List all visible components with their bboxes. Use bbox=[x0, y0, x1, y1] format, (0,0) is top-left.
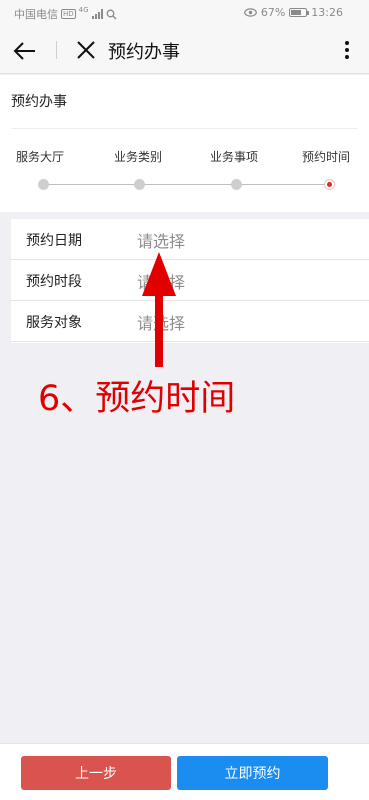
close-icon[interactable] bbox=[75, 39, 97, 61]
bottom-action-bar: 上一步 立即预约 bbox=[0, 743, 369, 800]
appointment-form: 预约日期 请选择 预约时段 请选择 服务对象 请选择 bbox=[11, 219, 369, 343]
step-dot-category[interactable] bbox=[134, 179, 145, 190]
timeslot-label: 预约时段 bbox=[26, 274, 82, 290]
page-title: 预约办事 bbox=[108, 42, 180, 63]
nav-divider bbox=[56, 41, 57, 59]
battery-percent: 67% bbox=[260, 6, 286, 19]
step-dot-time-active[interactable] bbox=[324, 179, 335, 190]
date-select[interactable]: 请选择 bbox=[137, 228, 185, 252]
status-bar: 中国电信 HD 4G 67% 13:26 bbox=[0, 0, 369, 26]
book-now-button[interactable]: 立即预约 bbox=[177, 756, 328, 790]
step-track bbox=[43, 184, 330, 185]
clock: 13:26 bbox=[311, 6, 343, 19]
card-title: 预约办事 bbox=[11, 94, 67, 110]
battery-fill bbox=[291, 10, 301, 15]
status-right: 67% 13:26 bbox=[243, 6, 343, 19]
previous-step-button[interactable]: 上一步 bbox=[21, 756, 171, 790]
search-icon bbox=[106, 9, 117, 19]
carrier-label: 中国电信 bbox=[14, 8, 58, 21]
step-label-time[interactable]: 预约时间 bbox=[302, 148, 350, 165]
back-arrow-icon[interactable] bbox=[12, 38, 38, 64]
step-label-hall[interactable]: 服务大厅 bbox=[16, 148, 64, 165]
signal-icon bbox=[91, 9, 103, 19]
step-dot-item[interactable] bbox=[231, 179, 242, 190]
step-dot-hall[interactable] bbox=[38, 179, 49, 190]
nav-bar: 预约办事 bbox=[0, 26, 369, 74]
hd-badge: HD bbox=[61, 9, 76, 19]
status-left: 中国电信 HD 4G bbox=[14, 6, 117, 22]
network-type: 4G bbox=[78, 6, 89, 14]
battery-icon bbox=[289, 8, 310, 17]
step-label-item[interactable]: 业务事项 bbox=[210, 148, 258, 165]
eye-icon bbox=[243, 8, 257, 17]
date-label: 预约日期 bbox=[26, 233, 82, 249]
form-row-timeslot[interactable]: 预约时段 请选择 bbox=[11, 260, 369, 301]
target-label: 服务对象 bbox=[26, 315, 82, 331]
card-divider bbox=[12, 128, 357, 129]
form-row-date[interactable]: 预约日期 请选择 bbox=[11, 219, 369, 260]
more-vertical-icon[interactable] bbox=[343, 39, 351, 61]
form-row-target[interactable]: 服务对象 请选择 bbox=[11, 301, 369, 342]
step-label-category[interactable]: 业务类别 bbox=[114, 148, 162, 165]
annotation-text: 6、预约时间 bbox=[38, 379, 236, 419]
steps-card: 预约办事 服务大厅 业务类别 业务事项 预约时间 bbox=[0, 75, 369, 212]
annotation-arrow-icon bbox=[142, 252, 176, 367]
